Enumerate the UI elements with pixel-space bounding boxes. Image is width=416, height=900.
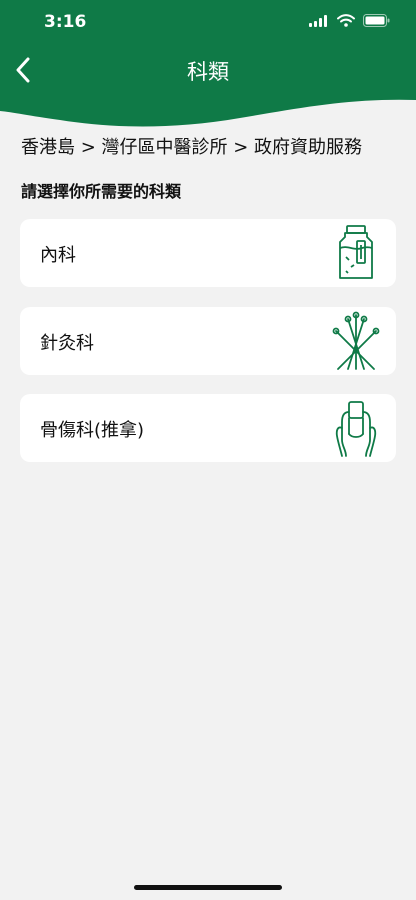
category-label: 內科: [40, 245, 76, 266]
battery-icon: [363, 14, 390, 27]
category-label: 骨傷科(推拿): [40, 420, 145, 441]
category-card-bone-setting-massage[interactable]: 骨傷科(推拿): [20, 394, 396, 462]
instruction-text: 請選擇你所需要的科類: [21, 182, 182, 201]
page-title: 科類: [187, 60, 229, 84]
status-icons: [309, 14, 390, 27]
category-card-internal-medicine[interactable]: 內科: [20, 219, 396, 287]
breadcrumb: 香港島 > 灣仔區中醫診所 > 政府資助服務: [21, 137, 363, 158]
status-time: 3:16: [44, 12, 87, 32]
signal-icon: [309, 14, 327, 27]
medicine-bottle-icon: [339, 225, 373, 279]
header-bar: 3:16 科類: [0, 0, 416, 130]
category-label: 針灸科: [40, 333, 94, 354]
massage-hands-icon: [335, 401, 377, 457]
wifi-icon: [337, 14, 355, 27]
acupuncture-needles-icon: [332, 311, 380, 370]
category-card-acupuncture[interactable]: 針灸科: [20, 307, 396, 375]
home-indicator[interactable]: [134, 885, 282, 890]
